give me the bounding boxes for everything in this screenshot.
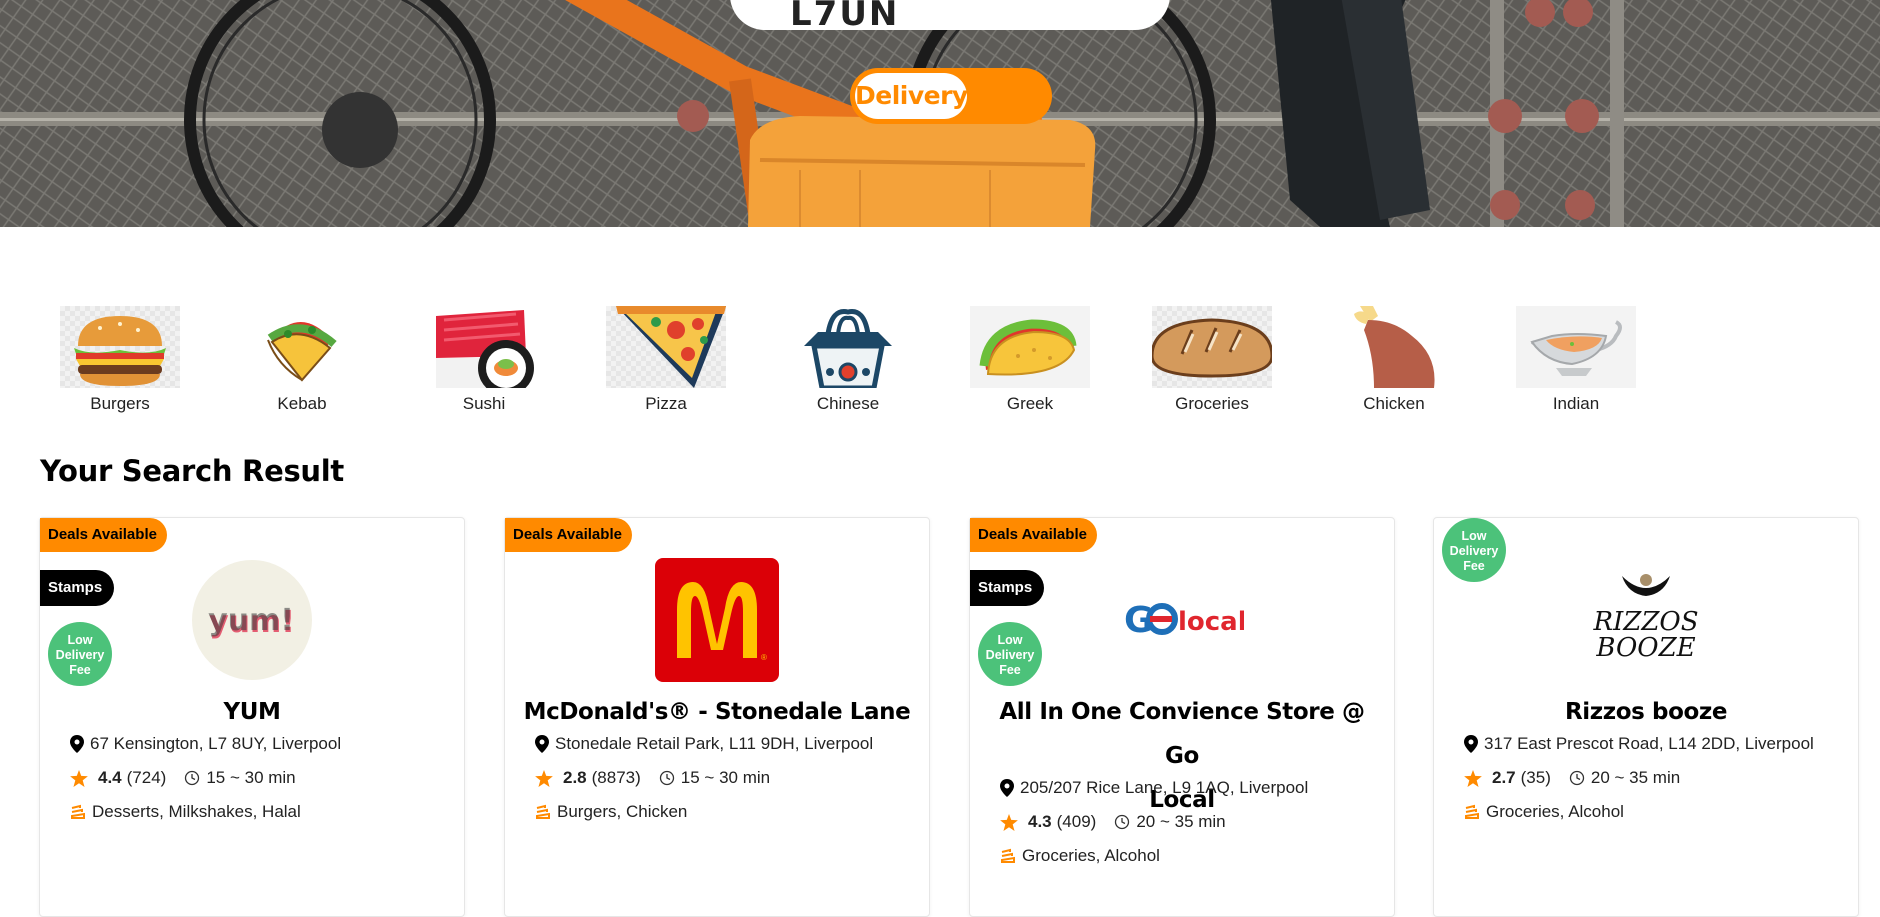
clock-icon: [1115, 814, 1130, 830]
restaurant-card-rizzos-booze[interactable]: Low Delivery Fee RIZZOS BOOZE Rizzos booze…: [1433, 517, 1859, 917]
category-burgers[interactable]: Burgers: [30, 306, 210, 414]
restaurant-rating-row: 4.4 (724) 15 ~ 30 min: [70, 768, 454, 788]
stamps-badge: Stamps: [40, 570, 115, 606]
sushi-icon: [436, 310, 534, 396]
pizza-icon: [616, 306, 726, 388]
restaurant-address: Stonedale Retail Park, L11 9DH, Liverpoo…: [535, 734, 919, 754]
hero-banner: L7UN Delivery: [0, 0, 1880, 227]
low-delivery-fee-badge: Low Delivery Fee: [978, 622, 1042, 686]
restaurant-logo: ®: [655, 558, 779, 682]
taco-icon: [267, 321, 337, 382]
category-label: Burgers: [90, 394, 150, 413]
category-chinese[interactable]: Chinese: [758, 306, 938, 414]
restaurant-logo: RIZZOS BOOZE: [1584, 558, 1708, 682]
drumstick-icon: [1354, 304, 1435, 388]
restaurant-tags: Desserts, Milkshakes, Halal: [70, 802, 454, 822]
low-delivery-fee-badge: Low Delivery Fee: [48, 622, 112, 686]
category-label: Kebab: [277, 394, 327, 413]
star-icon: [70, 769, 88, 787]
restaurant-address: 317 East Prescot Road, L14 2DD, Liverpoo…: [1464, 734, 1848, 754]
restaurant-tags: Groceries, Alcohol: [1464, 802, 1848, 822]
restaurant-logo: G local: [1120, 558, 1244, 682]
restaurant-name[interactable]: All In One Convience Store @ Go Local: [980, 690, 1384, 822]
category-greek[interactable]: Greek: [940, 306, 1120, 414]
location-pin-icon: [1464, 735, 1478, 753]
category-sushi[interactable]: Sushi: [394, 306, 574, 414]
restaurant-card-mcdonalds[interactable]: Deals Available ® McDonald's® - Stonedal…: [504, 517, 930, 917]
category-pizza[interactable]: Pizza: [576, 306, 756, 414]
category-indian[interactable]: Indian: [1486, 306, 1666, 414]
food-tags-icon: [1465, 804, 1479, 819]
restaurant-tags: Groceries, Alcohol: [1000, 846, 1384, 866]
category-label: Greek: [1006, 394, 1054, 413]
restaurant-rating-row: 4.3 (409) 20 ~ 35 min: [1000, 812, 1384, 832]
svg-text:BOOZE: BOOZE: [1595, 633, 1695, 663]
delivery-toggle-button[interactable]: Delivery: [855, 73, 968, 119]
location-pin-icon: [1000, 779, 1014, 797]
category-label: Indian: [1552, 394, 1600, 413]
delivery-collection-toggle[interactable]: Delivery: [850, 68, 1052, 124]
svg-text:yum!: yum!: [208, 603, 294, 638]
star-icon: [1000, 813, 1018, 831]
restaurant-rating-row: 2.8 (8873) 15 ~ 30 min: [535, 768, 919, 788]
deals-available-badge: Deals Available: [505, 518, 632, 552]
location-pin-icon: [70, 735, 84, 753]
category-kebab[interactable]: Kebab: [212, 306, 392, 414]
restaurant-address: 205/207 Rice Lane, L9 1AQ, Liverpool: [1000, 778, 1384, 798]
location-pin-icon: [535, 735, 549, 753]
category-groceries[interactable]: Groceries: [1122, 306, 1302, 414]
deals-available-badge: Deals Available: [970, 518, 1097, 552]
clock-icon: [659, 770, 674, 786]
restaurant-card-yum[interactable]: Deals Available Stamps Low Delivery Fee yu…: [39, 517, 465, 917]
stamps-badge: Stamps: [970, 570, 1045, 606]
svg-text:®: ®: [761, 653, 767, 662]
category-label: Sushi: [462, 394, 506, 413]
food-tags-icon: [1001, 848, 1015, 863]
noodle-box-icon: [804, 308, 892, 391]
burger-icon: [74, 316, 166, 386]
category-label: Chinese: [816, 394, 880, 413]
hero-search-text[interactable]: L7UN: [790, 0, 899, 34]
restaurant-name[interactable]: YUM: [50, 690, 454, 734]
category-label: Pizza: [645, 394, 687, 413]
clock-icon: [185, 770, 200, 786]
category-chicken[interactable]: Chicken: [1304, 304, 1484, 414]
category-label: Chicken: [1363, 394, 1425, 413]
food-tags-icon: [71, 804, 85, 819]
hero-search-box[interactable]: L7UN: [730, 0, 1170, 34]
food-tags-icon: [536, 804, 550, 819]
deals-available-badge: Deals Available: [40, 518, 167, 552]
restaurant-name[interactable]: McDonald's® - Stonedale Lane: [515, 690, 919, 734]
star-icon: [535, 769, 553, 787]
restaurant-tags: Burgers, Chicken: [535, 802, 919, 822]
restaurant-rating-row: 2.7 (35) 20 ~ 35 min: [1464, 768, 1848, 788]
taco-icon: [979, 319, 1077, 376]
bread-icon: [1150, 318, 1274, 378]
low-delivery-fee-badge: Low Delivery Fee: [1442, 518, 1506, 582]
restaurant-logo: yum! yum!: [190, 558, 314, 682]
search-result-title: Your Search Result: [40, 454, 344, 488]
star-icon: [1464, 769, 1482, 787]
restaurant-card-go-local[interactable]: Deals Available Stamps Low Delivery Fee G …: [969, 517, 1395, 917]
svg-text:local: local: [1178, 607, 1244, 637]
restaurant-name[interactable]: Rizzos booze: [1444, 690, 1848, 734]
gravy-boat-icon: [1530, 320, 1622, 376]
restaurant-address: 67 Kensington, L7 8UY, Liverpool: [70, 734, 454, 754]
category-label: Groceries: [1175, 394, 1249, 413]
clock-icon: [1569, 770, 1585, 786]
